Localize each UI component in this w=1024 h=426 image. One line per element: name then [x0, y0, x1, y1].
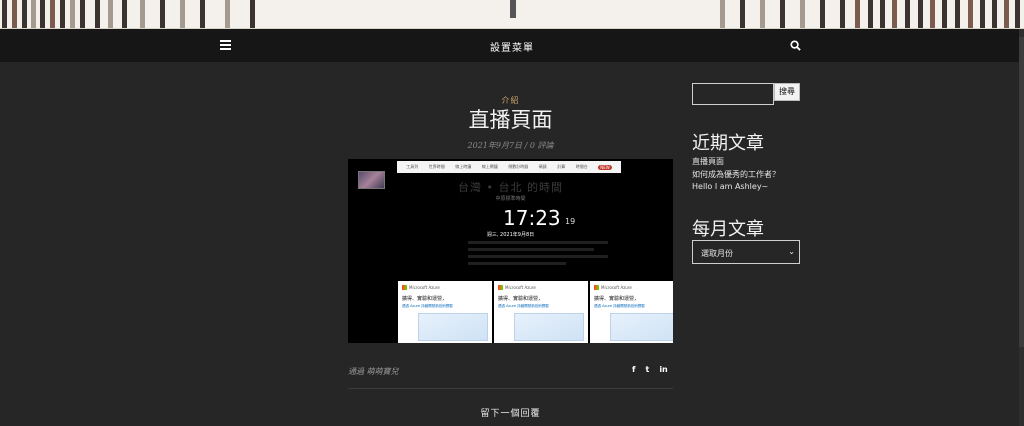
embedded-ad: Microsoft Azure 擴得、實驗和運營， 透過 Azure 持續開發新… [398, 281, 492, 343]
embedded-text-block [468, 241, 608, 269]
embedded-ad: Microsoft Azure 擴得、實驗和運營， 透過 Azure 持續開發新… [590, 281, 673, 343]
linkedin-share-icon[interactable]: in [659, 365, 667, 374]
embedded-clock-title: 台灣 • 台北 的時間 [458, 181, 563, 194]
embedded-clock-subtitle: 中原標準時間 [495, 196, 526, 202]
archives-title: 每月文章 [692, 219, 764, 240]
scrollbar-thumb[interactable] [1019, 37, 1024, 347]
recent-post-link[interactable]: Hello I am Ashley~ [692, 182, 768, 191]
recent-post-link[interactable]: 直播頁面 [692, 156, 724, 167]
nav-menu-title[interactable]: 設置菜單 [0, 39, 1024, 54]
embedded-clock-time: 17:23 [503, 206, 561, 230]
header-banner-image [0, 0, 1024, 29]
archive-month-select[interactable]: 選取月份 ⌄ [692, 240, 800, 264]
page-scrollbar[interactable] [1019, 29, 1024, 426]
share-links: f t in [632, 365, 668, 374]
sidebar-search-button[interactable]: 搜尋 [774, 83, 800, 101]
divider [348, 388, 673, 389]
twitter-share-icon[interactable]: t [645, 365, 649, 374]
post-author-byline[interactable]: 通過 萌萌寶兒 [348, 366, 399, 377]
recent-posts-title: 近期文章 [692, 133, 764, 154]
recent-post-link[interactable]: 如何成為優秀的工作者？ [692, 169, 780, 180]
main-navbar: 設置菜單 [0, 29, 1024, 62]
search-icon[interactable] [790, 40, 801, 51]
reply-section-title: 留下一個回覆 [480, 409, 541, 419]
post-featured-image: 工具列 世界時間 線上時鐘 線上鬧鐘 倒數計時器 碼錶 計算 時間台 NEW 台… [348, 159, 673, 343]
facebook-share-icon[interactable]: f [632, 365, 635, 374]
sidebar-search-input[interactable] [692, 83, 774, 105]
embedded-clock-date: 週三, 2021年9月8日 [486, 232, 535, 238]
post-title: 直播頁面 [468, 108, 553, 132]
embedded-clock-seconds: 19 [565, 217, 576, 226]
embedded-site-nav: 工具列 世界時間 線上時鐘 線上鬧鐘 倒數計時器 碼錶 計算 時間台 NEW [397, 161, 621, 173]
embedded-ad: Microsoft Azure 擴得、實驗和運營， 透過 Azure 持續開發新… [494, 281, 588, 343]
chevron-down-icon: ⌄ [788, 247, 795, 256]
post-meta: 2021年9月7日 / 0 評論 [467, 141, 554, 150]
